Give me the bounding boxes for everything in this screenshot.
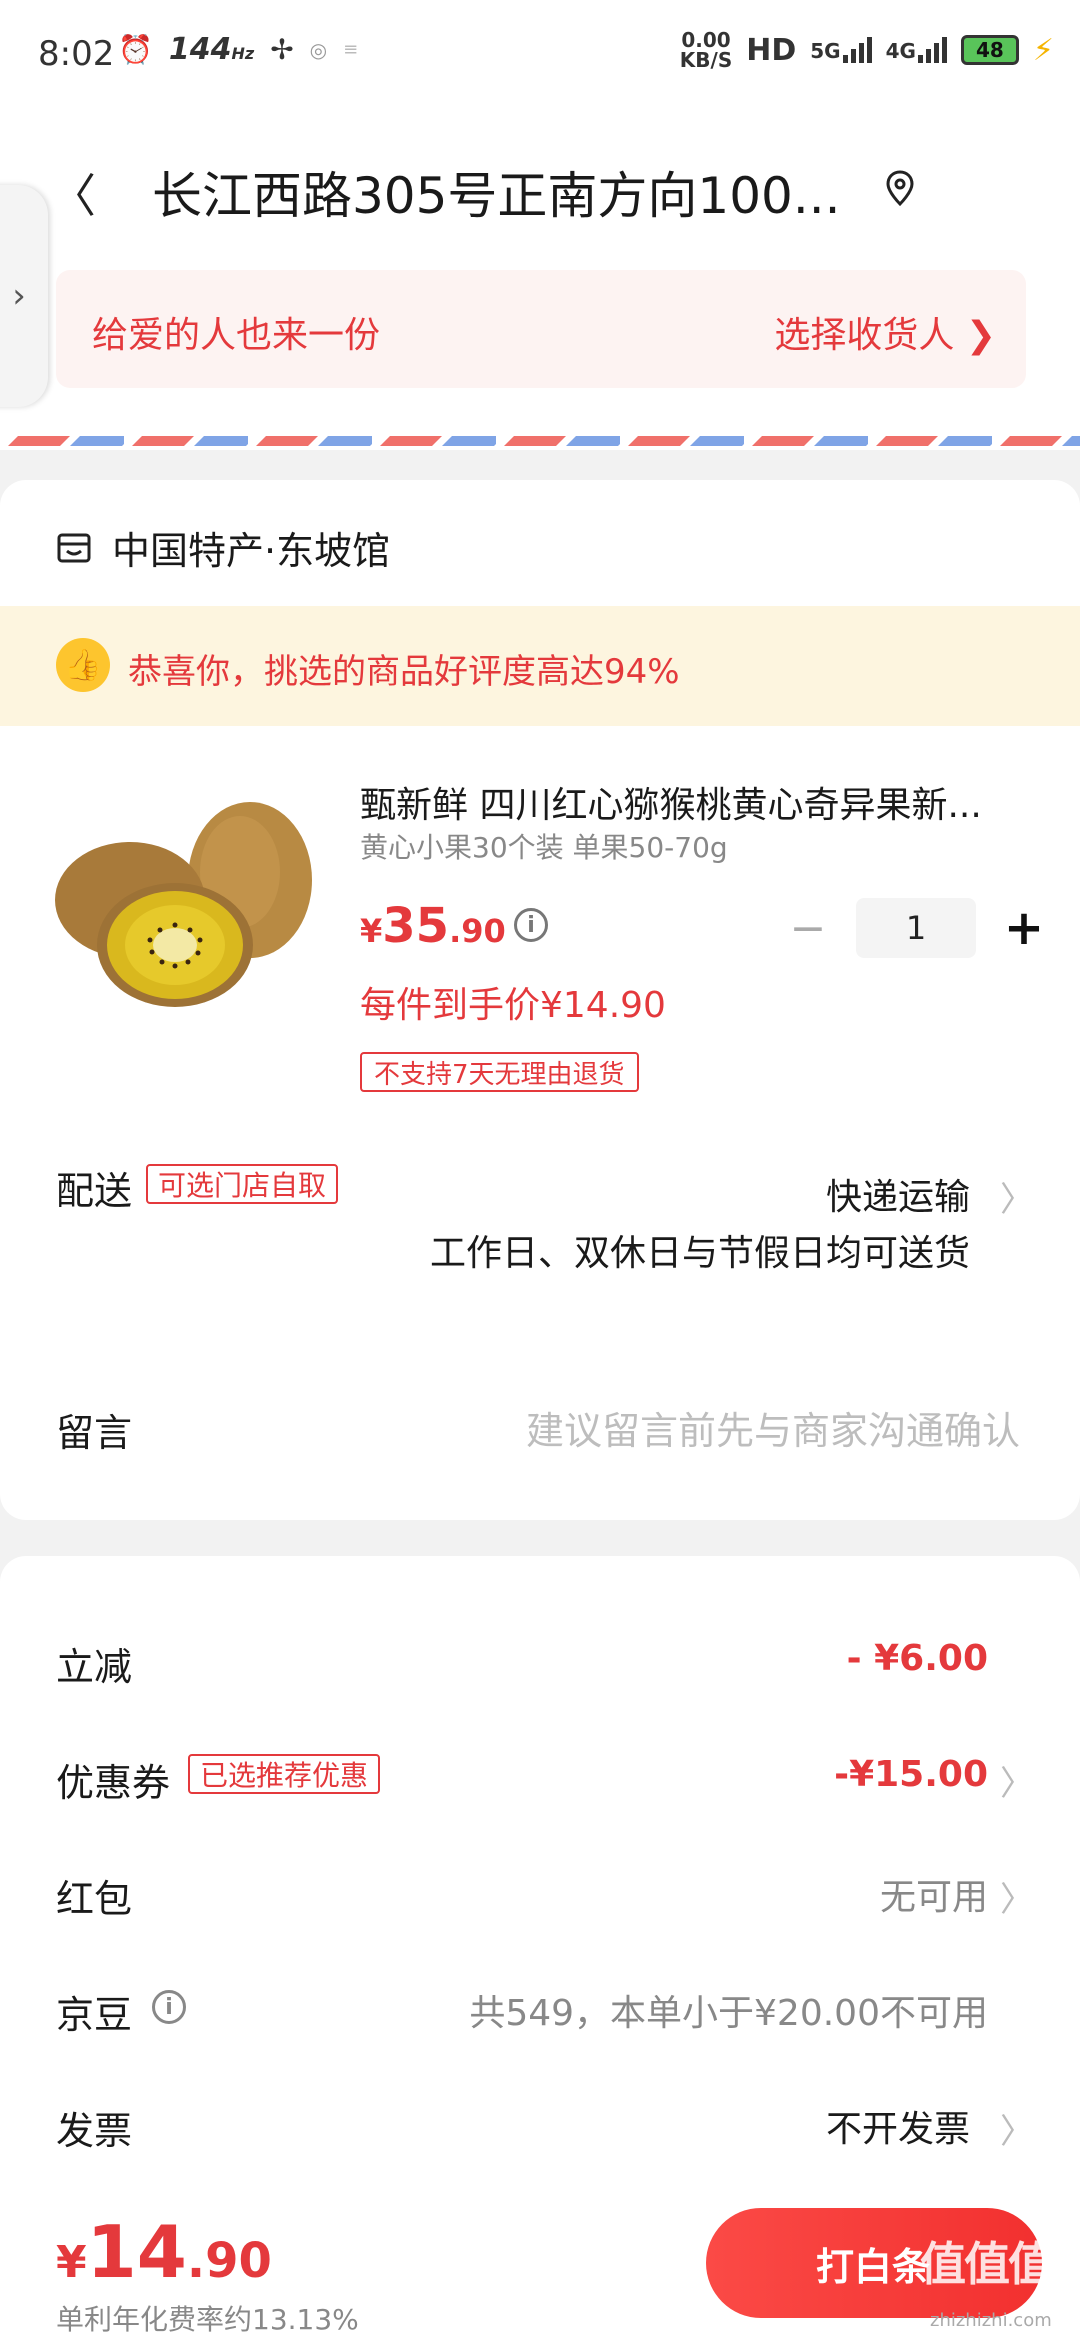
order-card: 中国特产·东坡馆 👍 恭喜你，挑选的商品好评度高达94% 甄新鲜 四川红心猕猴桃… [0,480,1080,1520]
checkout-bar: ¥14.90 单利年化费率约13.13% 打白条 [0,2190,1080,2340]
status-time: 8:02 [38,34,115,74]
chevron-right-icon: › [12,276,26,316]
note-label: 留言 [56,1411,133,1455]
chevron-right-icon[interactable]: 〉 [1000,1872,1034,1921]
signal-4g-icon: 4G [886,37,947,63]
fan-icon: ✢ [270,33,294,66]
eye-icon: ◎ [309,37,328,62]
delivery-address[interactable]: 长江西路305号正南方向100... [152,156,841,228]
quantity-stepper: − 1 + [780,898,1052,958]
thumbs-up-icon: 👍 [56,638,110,692]
red-packet-label: 红包 [56,1877,133,1921]
store-row[interactable]: 中国特产·东坡馆 [56,520,390,575]
charging-icon: ⚡ [1032,32,1054,68]
refresh-rate: 144Hz [168,32,255,67]
delivery-desc: 工作日、双休日与节假日均可送货 [429,1233,970,1274]
side-expand-tab[interactable]: › [0,185,48,407]
final-unit-price: 每件到手价¥14.90 [360,985,666,1026]
store-icon [57,533,91,562]
product-title[interactable]: 甄新鲜 四川红心猕猴桃黄心奇异果新... [360,776,1040,828]
battery-icon: 48 [960,35,1019,65]
increase-button[interactable]: + [996,900,1052,956]
coupon-label: 优惠券 [56,1761,171,1805]
return-policy-tag: 不支持7天无理由退货 [360,1052,639,1092]
envelope-stripe [0,436,1080,446]
store-name: 中国特产·东坡馆 [112,529,391,573]
gift-text: 给爱的人也来一份 [92,315,381,356]
status-icons-left: ⏰ 144Hz ✢ ◎ ≡ [118,32,358,67]
status-bar: 8:02 ⏰ 144Hz ✢ ◎ ≡ 0.00 KB/S HD 5G 4G 48 … [0,0,1080,110]
delivery-label: 配送 [56,1169,133,1213]
price-info-icon[interactable]: i [514,908,548,942]
signal-5g-icon: 5G [810,37,872,63]
instant-discount-label: 立减 [56,1645,133,1689]
location-pin-icon[interactable] [886,170,914,206]
jd-beans-value: 共549，本单小于¥20.00不可用 [469,1993,988,2034]
status-icons-right: 0.00 KB/S HD 5G 4G 48 ⚡ [680,30,1054,70]
watermark-logo: 值值值 [920,2237,1054,2291]
dot-icon: ≡ [343,39,359,60]
watermark-url: zhizhizhi.com [930,2310,1052,2331]
alarm-icon: ⏰ [118,33,153,66]
store-pickup-badge[interactable]: 可选门店自取 [146,1164,339,1204]
coupon-badge: 已选推荐优惠 [188,1754,381,1794]
quantity-input[interactable]: 1 [856,898,976,958]
red-packet-value[interactable]: 无可用 [880,1868,988,1920]
product-spec: 黄心小果30个装 单果50-70g [360,831,728,864]
chevron-right-icon[interactable]: 〉 [1000,2104,1034,2153]
product-image[interactable] [40,780,330,1020]
net-speed: 0.00 KB/S [679,28,733,72]
product-price: ¥35.90 [360,898,506,954]
delivery-method[interactable]: 快递运输 工作日、双休日与节假日均可送货 [410,1170,970,1282]
rating-banner: 👍 恭喜你，挑选的商品好评度高达94% [0,606,1080,726]
chevron-right-icon[interactable]: 〉 [1000,1172,1034,1221]
decrease-button[interactable]: − [780,900,836,956]
total-price: ¥14.90 [56,2210,272,2294]
jd-beans-label: 京豆 [56,1993,133,2037]
back-icon[interactable]: 〈 [50,160,96,226]
instant-discount-value: - ¥6.00 [846,1638,988,1679]
pay-button-label: 打白条 [816,2244,931,2289]
address-header: 〈 长江西路305号正南方向100... [0,110,1080,260]
rating-text: 恭喜你，挑选的商品好评度高达94% [128,652,680,692]
chevron-right-icon[interactable]: 〉 [1000,1756,1034,1805]
discount-card: 立减 - ¥6.00 优惠券 已选推荐优惠 -¥15.00 〉 红包 无可用 〉… [0,1556,1080,2256]
choose-recipient-link[interactable]: 选择收货人 ❯ [774,306,996,358]
delivery-method-name: 快递运输 [825,1177,970,1218]
coupon-value[interactable]: -¥15.00 [834,1754,988,1795]
gift-bar[interactable]: 给爱的人也来一份 选择收货人 ❯ [56,270,1026,388]
beans-info-icon[interactable]: i [152,1990,186,2024]
invoice-label: 发票 [56,2109,133,2153]
hd-indicator: HD [746,32,797,68]
note-input[interactable]: 建议留言前先与商家沟通确认 [526,1400,1020,1455]
apr-text: 单利年化费率约13.13% [56,2303,359,2336]
invoice-value[interactable]: 不开发票 [826,2100,970,2152]
